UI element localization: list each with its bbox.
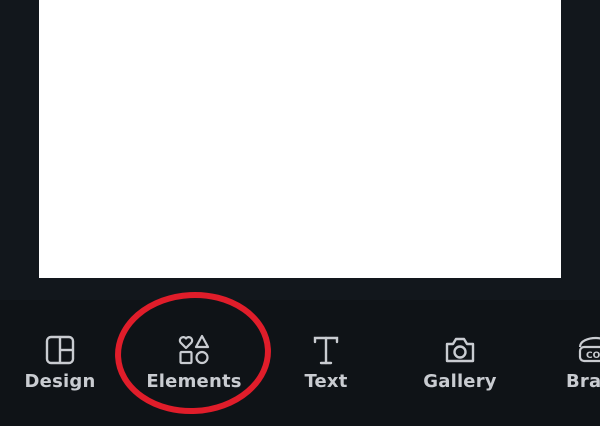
toolbar-item-label: Bra xyxy=(566,371,600,392)
toolbar-item-label: Gallery xyxy=(423,371,497,392)
svg-text:CO: CO xyxy=(586,351,600,361)
toolbar-item-design[interactable]: Design xyxy=(18,333,102,403)
toolbar-item-gallery[interactable]: Gallery xyxy=(420,333,500,403)
toolbar-item-text[interactable]: Text xyxy=(294,333,358,403)
toolbar-item-elements[interactable]: Elements xyxy=(146,333,242,403)
design-canvas[interactable] xyxy=(39,0,561,278)
toolbar-item-brand[interactable]: CO Bra xyxy=(562,333,600,403)
shapes-icon xyxy=(177,333,211,367)
layout-icon xyxy=(43,333,77,367)
editor-stage xyxy=(0,0,600,300)
toolbar-item-label: Design xyxy=(24,371,96,392)
toolbar-item-label: Elements xyxy=(146,371,242,392)
text-icon xyxy=(309,333,343,367)
camera-icon xyxy=(443,333,477,367)
toolbar-item-label: Text xyxy=(304,371,348,392)
brand-icon: CO xyxy=(576,333,600,367)
